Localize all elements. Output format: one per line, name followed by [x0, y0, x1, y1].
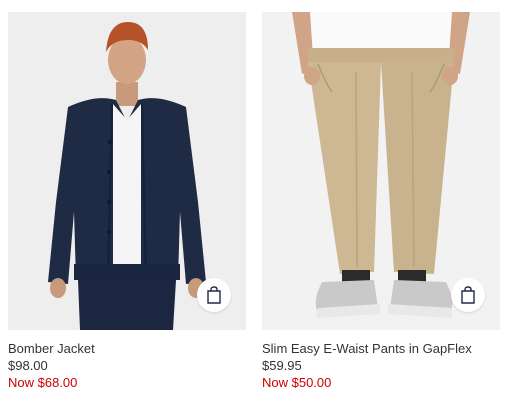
add-to-bag-button[interactable]: [197, 278, 231, 312]
original-price: $59.95: [262, 358, 302, 373]
product-card[interactable]: Bomber Jacket $98.00 Now $68.00: [8, 12, 246, 391]
product-info: Bomber Jacket $98.00 Now $68.00: [8, 330, 246, 391]
sale-price: Now $68.00: [8, 375, 78, 390]
product-name[interactable]: Bomber Jacket: [8, 340, 246, 357]
shopping-bag-icon: [207, 286, 221, 304]
product-grid: Bomber Jacket $98.00 Now $68.00 Slim Eas…: [0, 0, 509, 402]
shopping-bag-icon: [461, 286, 475, 304]
original-price: $98.00: [8, 358, 48, 373]
product-info: Slim Easy E-Waist Pants in GapFlex $59.9…: [262, 330, 500, 391]
sale-price: Now $50.00: [262, 375, 332, 390]
product-name[interactable]: Slim Easy E-Waist Pants in GapFlex: [262, 340, 500, 357]
add-to-bag-button[interactable]: [451, 278, 485, 312]
product-image[interactable]: [8, 12, 246, 330]
product-card[interactable]: Slim Easy E-Waist Pants in GapFlex $59.9…: [262, 12, 500, 391]
product-image[interactable]: [262, 12, 500, 330]
